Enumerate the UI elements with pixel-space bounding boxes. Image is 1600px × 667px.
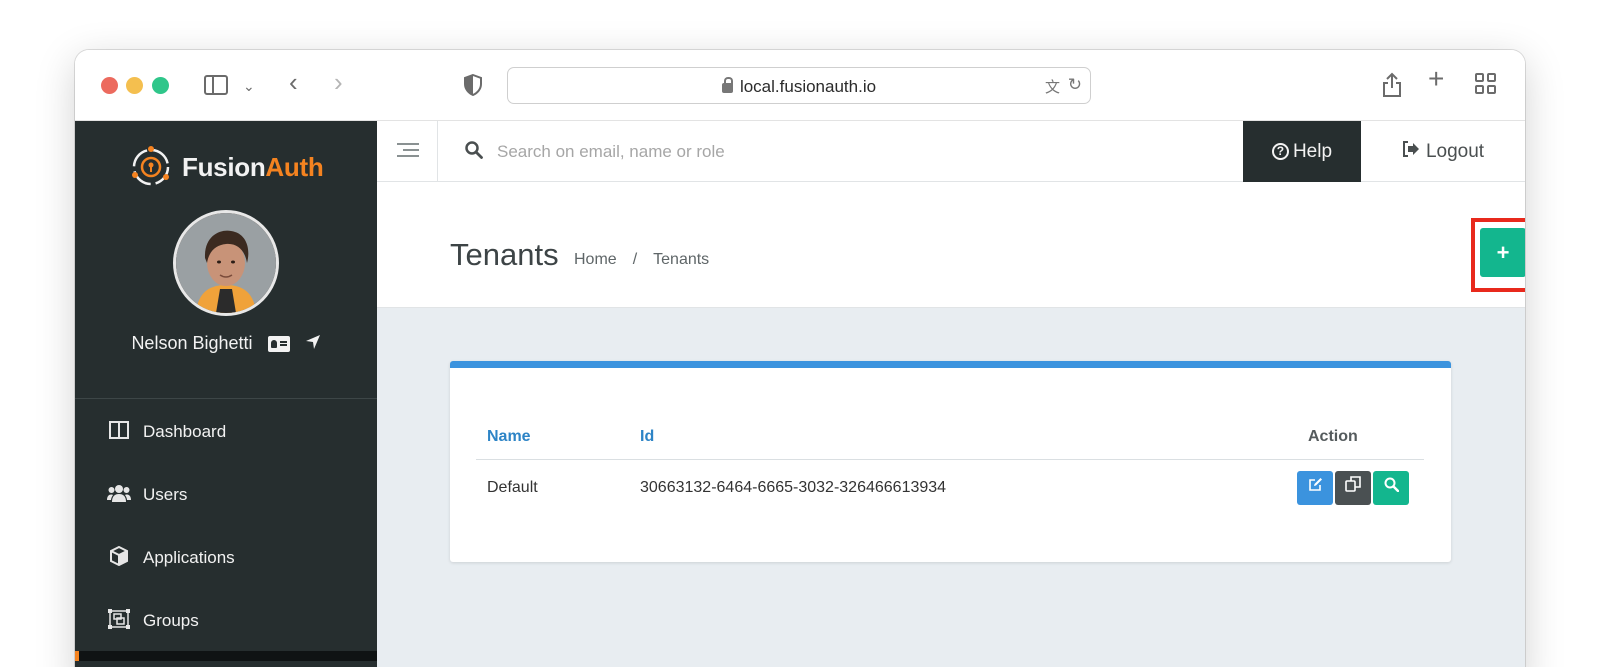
sidebar-item-applications[interactable]: Applications bbox=[75, 532, 377, 584]
tenant-name-cell: Default bbox=[487, 479, 538, 497]
view-button[interactable] bbox=[1373, 471, 1409, 506]
columns-icon bbox=[107, 420, 131, 444]
close-window-button[interactable] bbox=[101, 77, 118, 94]
object-group-icon bbox=[107, 608, 131, 634]
id-card-icon[interactable] bbox=[267, 336, 290, 353]
translate-icon[interactable]: 文 bbox=[1045, 76, 1060, 97]
url-text: local.fusionauth.io bbox=[739, 77, 877, 96]
help-button[interactable]: ? Help bbox=[1243, 121, 1361, 182]
logout-button[interactable]: Logout bbox=[1361, 121, 1525, 182]
shield-icon[interactable] bbox=[464, 73, 482, 97]
edit-button[interactable] bbox=[1297, 471, 1333, 506]
column-header-action: Action bbox=[1286, 415, 1424, 460]
help-label: Help bbox=[1292, 140, 1333, 162]
breadcrumb-current: Tenants bbox=[653, 251, 710, 268]
sidebar-item-label: Groups bbox=[143, 611, 199, 630]
page-title: Tenants bbox=[450, 237, 559, 272]
address-bar[interactable]: local.fusionauth.io 文 ↻ bbox=[507, 67, 1091, 104]
duplicate-button[interactable] bbox=[1335, 471, 1371, 506]
sidebar-item-label: Dashboard bbox=[143, 422, 227, 441]
logo-text: FusionAuth bbox=[182, 151, 324, 182]
sidebar-item-label: Applications bbox=[143, 548, 235, 567]
table-header-row: Name Id Action bbox=[476, 415, 1424, 460]
copy-icon bbox=[1345, 476, 1361, 493]
forward-icon[interactable]: › bbox=[334, 69, 343, 95]
back-icon[interactable]: ‹ bbox=[289, 69, 298, 95]
search-icon bbox=[465, 141, 483, 159]
tenant-actions-cell bbox=[1286, 459, 1424, 517]
tab-overview-icon[interactable] bbox=[1475, 73, 1497, 95]
location-arrow-icon[interactable] bbox=[305, 334, 321, 355]
main-content: ? Help Logout Tenants Home/Tenants + bbox=[377, 121, 1525, 667]
search-input[interactable] bbox=[497, 139, 1197, 165]
logout-label: Logout bbox=[1425, 140, 1485, 162]
breadcrumb-home[interactable]: Home bbox=[574, 251, 617, 268]
page-header: Tenants Home / Tenants bbox=[377, 182, 1525, 308]
share-icon[interactable] bbox=[1381, 72, 1403, 102]
users-icon bbox=[107, 484, 131, 507]
tenants-panel: Name Id Action Default 30663132-6464-666… bbox=[450, 361, 1451, 562]
zoom-window-button[interactable] bbox=[152, 77, 169, 94]
search-icon bbox=[1384, 477, 1399, 493]
column-header-name[interactable]: Name bbox=[476, 415, 629, 460]
browser-toolbar: ⌄ ‹ › local.fusionauth.io 文 ↻ + bbox=[75, 50, 1525, 121]
lock-icon bbox=[721, 77, 733, 93]
sign-out-icon bbox=[1402, 141, 1420, 162]
new-tab-icon[interactable]: + bbox=[1428, 65, 1444, 93]
sidebar: FusionAuth Nelson Bighetti Dashboard Use… bbox=[75, 121, 377, 667]
fusionauth-logo[interactable]: FusionAuth bbox=[128, 143, 324, 191]
cube-icon bbox=[107, 545, 131, 571]
column-header-id[interactable]: Id bbox=[629, 415, 1286, 460]
edit-icon bbox=[1308, 478, 1322, 492]
sidebar-item-users[interactable]: Users bbox=[75, 469, 377, 521]
tenants-table: Name Id Action Default 30663132-6464-666… bbox=[476, 415, 1424, 517]
reload-icon[interactable]: ↻ bbox=[1068, 75, 1082, 95]
table-row: Default 30663132-6464-6665-3032-32646661… bbox=[476, 459, 1424, 517]
user-name[interactable]: Nelson Bighetti bbox=[131, 333, 252, 353]
tenant-id-cell: 30663132-6464-6665-3032-326466613934 bbox=[640, 479, 947, 497]
sidebar-item-active[interactable] bbox=[75, 651, 377, 661]
breadcrumb: Home / Tenants bbox=[574, 251, 710, 268]
chevron-down-icon[interactable]: ⌄ bbox=[243, 76, 255, 96]
browser-window: ⌄ ‹ › local.fusionauth.io 文 ↻ + FusionAu… bbox=[75, 50, 1525, 667]
question-circle-icon: ? bbox=[1271, 143, 1289, 160]
sidebar-item-dashboard[interactable]: Dashboard bbox=[75, 406, 377, 458]
sidebar-toggle-icon[interactable] bbox=[204, 75, 228, 95]
sidebar-item-label: Users bbox=[143, 485, 188, 504]
top-bar: ? Help Logout bbox=[377, 121, 1525, 182]
fusionauth-logo-icon bbox=[128, 144, 174, 190]
menu-toggle-button[interactable] bbox=[377, 121, 438, 181]
sidebar-divider bbox=[75, 398, 377, 399]
add-tenant-button[interactable]: + bbox=[1480, 228, 1525, 277]
user-info: Nelson Bighetti bbox=[75, 333, 377, 355]
minimize-window-button[interactable] bbox=[126, 77, 143, 94]
avatar[interactable] bbox=[173, 210, 279, 316]
sidebar-item-groups[interactable]: Groups bbox=[75, 595, 377, 647]
